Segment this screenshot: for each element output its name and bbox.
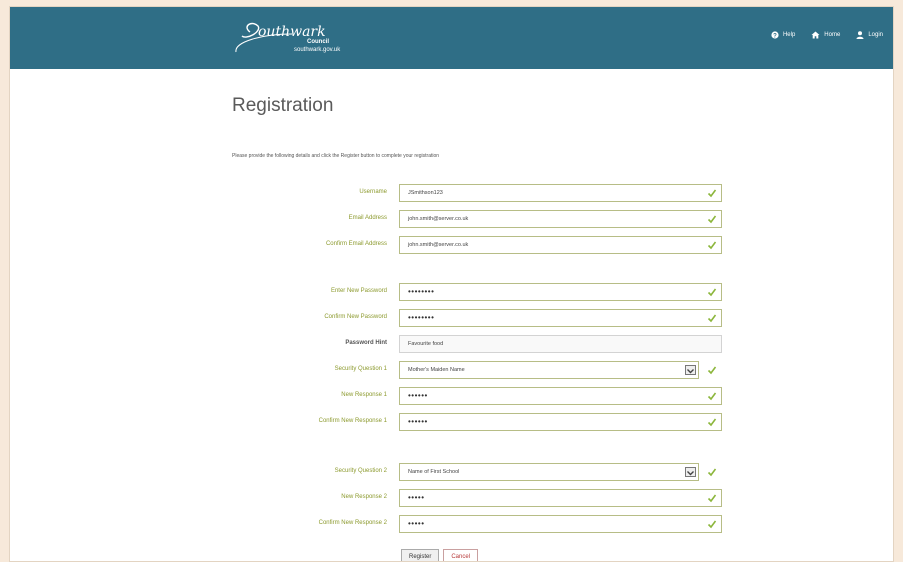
confirm-email-row: Confirm Email Address john.smith@server.… (10, 236, 893, 254)
intro-text: Please provide the following details and… (232, 153, 440, 159)
new-password-field[interactable]: •••••••• (399, 283, 722, 301)
email-value: john.smith@server.co.uk (408, 216, 469, 222)
security-question-1-value: Mother's Maiden Name (408, 367, 465, 373)
confirm-response-2-row: Confirm New Response 2 ••••• (10, 515, 893, 533)
confirm-email-label: Confirm Email Address (325, 241, 387, 247)
check-icon (707, 314, 717, 323)
response-2-row: New Response 2 ••••• (10, 489, 893, 507)
username-label: Username (359, 189, 387, 195)
new-password-row: Enter New Password •••••••• (10, 283, 893, 301)
new-password-label: Enter New Password (330, 288, 387, 294)
security-question-1-row: Security Question 1 Mother's Maiden Name (10, 361, 893, 379)
nav-login[interactable]: Login (856, 31, 883, 39)
confirm-response-2-value: ••••• (408, 519, 425, 528)
response-2-label: New Response 2 (341, 494, 387, 500)
response-2-field[interactable]: ••••• (399, 489, 722, 507)
response-1-row: New Response 1 •••••• (10, 387, 893, 405)
nav-help[interactable]: ? Help (771, 31, 795, 39)
southwark-logo[interactable]: outhwark Council southwark.gov.uk (232, 16, 352, 60)
security-question-1-select[interactable]: Mother's Maiden Name (399, 361, 699, 379)
confirm-email-field[interactable]: john.smith@server.co.uk (399, 236, 722, 254)
response-2-value: ••••• (408, 493, 425, 502)
confirm-password-label: Confirm New Password (324, 314, 387, 320)
password-hint-field[interactable]: Favourite food (399, 335, 722, 353)
password-hint-value: Favourite food (408, 341, 444, 347)
user-icon (856, 31, 864, 39)
nav-help-label: Help (782, 32, 796, 38)
svg-text:?: ? (773, 33, 777, 39)
security-question-2-select[interactable]: Name of First School (399, 463, 699, 481)
top-nav: ? Help Home Login (771, 31, 883, 39)
svg-text:outhwark: outhwark (258, 24, 326, 40)
nav-home[interactable]: Home (811, 31, 840, 39)
dropdown-arrow-icon[interactable] (685, 467, 696, 477)
nav-home-label: Home (824, 32, 841, 38)
logo-swoosh: outhwark (235, 22, 326, 53)
register-button[interactable]: Register (401, 549, 440, 561)
password-hint-label: Password Hint (345, 340, 387, 346)
logo-site-text: southwark.gov.uk (294, 47, 341, 53)
check-icon (707, 241, 717, 250)
security-question-2-value: Name of First School (408, 469, 460, 475)
home-icon (811, 31, 820, 39)
confirm-response-1-field[interactable]: •••••• (399, 413, 722, 431)
confirm-response-2-field[interactable]: ••••• (399, 515, 722, 533)
check-icon (707, 366, 717, 375)
new-password-value: •••••••• (408, 287, 435, 296)
page: outhwark Council southwark.gov.uk ? Help… (9, 6, 894, 562)
dropdown-arrow-icon[interactable] (685, 365, 696, 375)
password-hint-row: Password Hint Favourite food (10, 335, 893, 353)
confirm-response-1-value: •••••• (408, 417, 428, 426)
cancel-button[interactable]: Cancel (443, 549, 479, 561)
confirm-password-value: •••••••• (408, 313, 435, 322)
check-icon (707, 520, 717, 529)
check-icon (707, 468, 717, 477)
username-field[interactable]: JSmithson123 (399, 184, 722, 202)
email-row: Email Address john.smith@server.co.uk (10, 210, 893, 228)
check-icon (707, 494, 717, 503)
confirm-response-1-row: Confirm New Response 1 •••••• (10, 413, 893, 431)
check-icon (707, 288, 717, 297)
check-icon (707, 189, 717, 198)
logo-council-text: Council (307, 39, 329, 45)
username-row: Username JSmithson123 (10, 184, 893, 202)
response-1-field[interactable]: •••••• (399, 387, 722, 405)
check-icon (707, 215, 717, 224)
check-icon (707, 392, 717, 401)
header-bar: outhwark Council southwark.gov.uk ? Help… (10, 7, 893, 69)
chevron-down-icon (687, 369, 694, 374)
email-field[interactable]: john.smith@server.co.uk (399, 210, 722, 228)
confirm-email-value: john.smith@server.co.uk (408, 242, 469, 248)
help-icon: ? (771, 31, 779, 39)
chevron-down-icon (687, 471, 694, 476)
security-question-1-label: Security Question 1 (334, 366, 387, 372)
response-1-label: New Response 1 (341, 392, 387, 398)
email-label: Email Address (348, 215, 387, 221)
confirm-password-row: Confirm New Password •••••••• (10, 309, 893, 327)
security-question-2-row: Security Question 2 Name of First School (10, 463, 893, 481)
confirm-response-2-label: Confirm New Response 2 (318, 520, 387, 526)
nav-login-label: Login (868, 32, 883, 38)
security-question-2-label: Security Question 2 (334, 468, 387, 474)
response-1-value: •••••• (408, 391, 428, 400)
username-value: JSmithson123 (408, 190, 443, 196)
confirm-password-field[interactable]: •••••••• (399, 309, 722, 327)
form-buttons: Register Cancel (401, 549, 479, 561)
check-icon (707, 418, 717, 427)
page-title: Registration (232, 95, 334, 116)
confirm-response-1-label: Confirm New Response 1 (318, 418, 387, 424)
